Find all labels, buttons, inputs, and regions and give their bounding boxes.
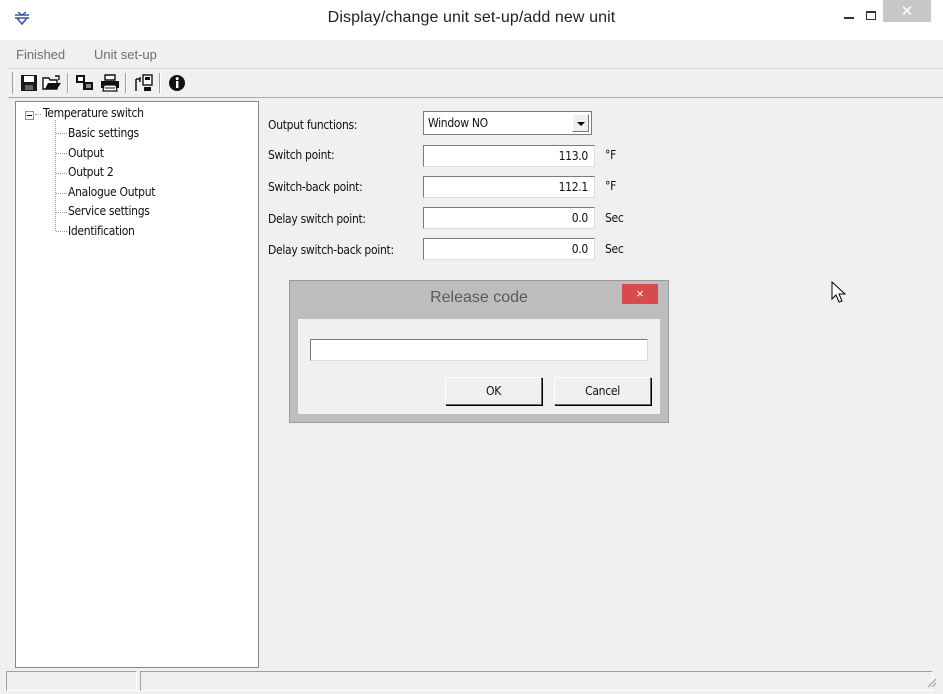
- toolbar-grip[interactable]: [12, 72, 15, 94]
- release-code-dialog: Release code × OK Cancel: [290, 281, 668, 422]
- tree-item-basic-settings[interactable]: Basic settings: [68, 126, 139, 140]
- window-close-button[interactable]: ✕: [883, 0, 931, 22]
- print-button[interactable]: [100, 74, 120, 94]
- cancel-button[interactable]: Cancel: [554, 377, 651, 405]
- device-connect-button[interactable]: [134, 74, 154, 94]
- status-bar: [0, 668, 943, 694]
- switch-point-unit: °F: [605, 148, 617, 162]
- switch-back-point-input[interactable]: 112.1: [423, 176, 595, 198]
- maximize-icon: [866, 11, 876, 20]
- dropdown-button[interactable]: [572, 114, 589, 132]
- tree-item-service-settings[interactable]: Service settings: [68, 204, 150, 218]
- switch-back-point-label: Switch-back point:: [268, 180, 363, 194]
- toolbar-separator: [125, 73, 127, 93]
- tree-connector: [55, 120, 56, 231]
- output-functions-select[interactable]: Window NO: [423, 111, 592, 135]
- release-code-input[interactable]: [310, 339, 648, 361]
- unit-tree[interactable]: Temperature switch Basic settings Output…: [15, 101, 259, 668]
- tree-connector: [56, 133, 67, 134]
- dialog-close-button[interactable]: ×: [622, 284, 658, 304]
- status-pane: [140, 671, 933, 691]
- device-connect-icon: [135, 74, 153, 91]
- tree-connector: [56, 173, 67, 174]
- open-button[interactable]: [42, 74, 62, 94]
- close-icon: ×: [636, 286, 644, 301]
- chevron-down-icon: [577, 122, 585, 126]
- minimize-button[interactable]: [836, 0, 866, 30]
- delay-switch-back-point-input[interactable]: 0.0: [423, 238, 595, 260]
- info-button[interactable]: [168, 74, 188, 94]
- dialog-body: OK Cancel: [298, 319, 660, 414]
- save-button[interactable]: [20, 74, 40, 94]
- tree-connector: [56, 193, 67, 194]
- tree-item-temperature-switch[interactable]: Temperature switch: [43, 106, 144, 120]
- info-icon: [169, 75, 185, 91]
- switch-back-point-unit: °F: [605, 179, 617, 193]
- menu-bar: Finished Unit set-up: [0, 40, 943, 66]
- output-functions-label: Output functions:: [268, 118, 358, 132]
- toolbar-separator: [159, 73, 161, 93]
- mouse-pointer-icon: [831, 281, 847, 303]
- menu-finished[interactable]: Finished: [16, 47, 65, 62]
- switch-point-input[interactable]: 113.0: [423, 145, 595, 167]
- dialog-title: Release code: [430, 289, 528, 306]
- tree-connector: [35, 114, 41, 115]
- close-icon: ✕: [900, 3, 914, 20]
- tree-connector: [56, 153, 67, 154]
- tree-connector: [56, 212, 67, 213]
- delay-switch-back-point-label: Delay switch-back point:: [268, 243, 394, 257]
- ok-button[interactable]: OK: [445, 377, 542, 405]
- transfer-icon: [76, 75, 93, 90]
- output-functions-value: Window NO: [428, 116, 488, 130]
- status-pane: [6, 671, 137, 691]
- tree-item-output-2[interactable]: Output 2: [68, 165, 114, 179]
- tree-item-output[interactable]: Output: [68, 146, 104, 160]
- delay-switch-point-unit: Sec: [605, 211, 624, 225]
- delay-switch-point-label: Delay switch point:: [268, 212, 366, 226]
- menu-unit-setup[interactable]: Unit set-up: [94, 47, 157, 62]
- delay-switch-point-input[interactable]: 0.0: [423, 207, 595, 229]
- toolbar: [8, 68, 943, 98]
- toolbar-separator: [67, 73, 69, 93]
- main-window: Display/change unit set-up/add new unit …: [0, 0, 943, 694]
- print-icon: [101, 74, 119, 92]
- open-folder-icon: [42, 75, 61, 90]
- tree-item-identification[interactable]: Identification: [68, 224, 135, 238]
- switch-point-label: Switch point:: [268, 148, 335, 162]
- resize-grip-icon[interactable]: [923, 674, 937, 688]
- transfer-button[interactable]: [75, 74, 95, 94]
- delay-switch-back-point-unit: Sec: [605, 242, 624, 256]
- collapse-icon[interactable]: [25, 111, 34, 120]
- title-bar[interactable]: Display/change unit set-up/add new unit …: [0, 0, 943, 40]
- save-icon: [21, 75, 37, 91]
- minimize-icon: [844, 17, 854, 19]
- tree-item-analogue-output[interactable]: Analogue Output: [68, 185, 156, 199]
- window-title: Display/change unit set-up/add new unit: [327, 9, 616, 26]
- tree-connector: [56, 231, 67, 232]
